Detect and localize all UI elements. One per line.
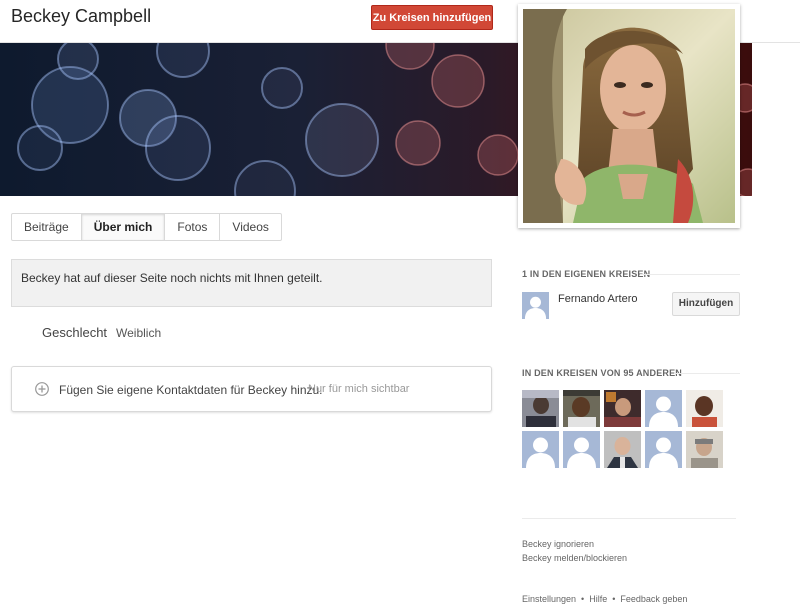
person-name[interactable]: Fernando Artero xyxy=(558,293,638,305)
avatar[interactable] xyxy=(563,390,600,427)
add-contact-info-text: Fügen Sie eigene Kontaktdaten für Beckey… xyxy=(59,383,323,397)
avatar[interactable] xyxy=(522,431,559,468)
separator-dot: • xyxy=(612,594,616,604)
tab-posts[interactable]: Beiträge xyxy=(12,214,82,240)
plus-circle-icon xyxy=(35,382,49,396)
user-photo xyxy=(563,390,600,427)
avatar[interactable] xyxy=(604,390,641,427)
avatar[interactable] xyxy=(686,431,723,468)
separator-dot: • xyxy=(581,594,585,604)
divider xyxy=(674,373,740,374)
add-person-button[interactable]: Hinzufügen xyxy=(672,292,740,316)
avatar[interactable] xyxy=(563,431,600,468)
visibility-note: Nur für mich sichtbar xyxy=(308,383,410,395)
default-user-icon xyxy=(649,437,678,468)
default-user-icon xyxy=(526,437,555,468)
help-link[interactable]: Hilfe xyxy=(589,594,607,604)
report-block-link[interactable]: Beckey melden/blockieren xyxy=(522,553,627,563)
tab-photos[interactable]: Fotos xyxy=(165,214,221,240)
feedback-link[interactable]: Feedback geben xyxy=(620,594,687,604)
gender-label: Geschlecht xyxy=(42,325,108,340)
add-contact-info-card[interactable]: Fügen Sie eigene Kontaktdaten für Beckey… xyxy=(11,366,492,412)
profile-name: Beckey Campbell xyxy=(11,6,152,26)
footer-links: Einstellungen • Hilfe • Feedback geben xyxy=(522,594,687,604)
user-photo xyxy=(686,431,723,468)
divider xyxy=(522,518,736,519)
tab-about[interactable]: Über mich xyxy=(81,214,166,240)
others-circles-heading: IN DEN KREISEN VON 95 ANDEREN xyxy=(522,368,682,378)
profile-photo[interactable] xyxy=(518,4,740,228)
user-photo xyxy=(604,390,641,427)
avatar[interactable] xyxy=(645,431,682,468)
no-shared-content-notice: Beckey hat auf dieser Seite noch nichts … xyxy=(11,259,492,307)
user-photo xyxy=(604,431,641,468)
add-to-circles-button[interactable]: Zu Kreisen hinzufügen xyxy=(371,5,493,30)
user-photo xyxy=(686,390,723,427)
default-user-icon xyxy=(524,296,547,319)
ignore-link[interactable]: Beckey ignorieren xyxy=(522,539,594,549)
own-circles-heading: 1 IN DEN EIGENEN KREISEN xyxy=(522,269,651,279)
user-photo xyxy=(522,390,559,427)
avatar[interactable] xyxy=(604,431,641,468)
avatar[interactable] xyxy=(522,390,559,427)
profile-tabs: Beiträge Über mich Fotos Videos xyxy=(11,213,282,241)
divider xyxy=(640,274,740,275)
default-user-icon xyxy=(649,396,678,427)
default-user-icon xyxy=(567,437,596,468)
profile-photo-image xyxy=(523,9,735,223)
tab-videos[interactable]: Videos xyxy=(220,214,280,240)
avatar[interactable] xyxy=(522,292,549,319)
gender-value: Weiblich xyxy=(116,326,162,340)
settings-link[interactable]: Einstellungen xyxy=(522,594,576,604)
avatar[interactable] xyxy=(645,390,682,427)
avatar[interactable] xyxy=(686,390,723,427)
